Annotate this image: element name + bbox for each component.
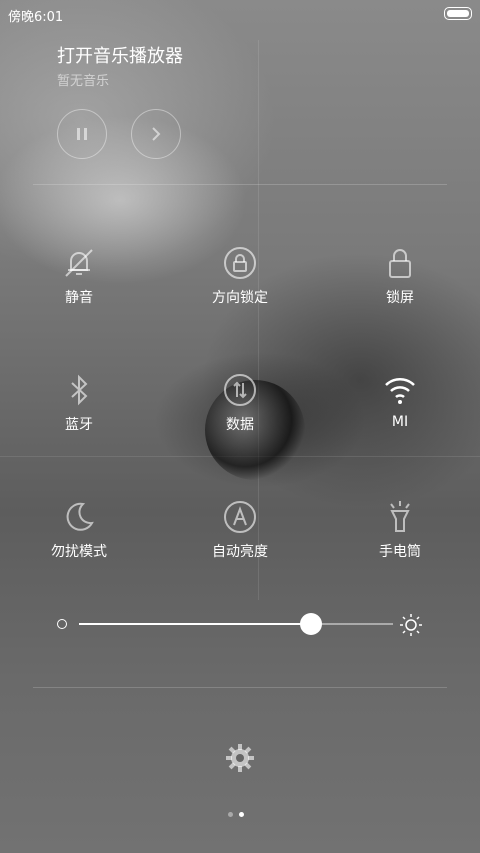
toggle-label: 自动亮度 [212,544,268,560]
pause-button[interactable] [57,109,107,159]
toggle-label: 方向锁定 [212,290,268,306]
brightness-low-icon [57,619,67,629]
next-button[interactable] [131,109,181,159]
toggle-mute[interactable]: 静音 [19,245,139,325]
page-dot [228,812,233,817]
toggle-label: 蓝牙 [65,417,93,433]
music-player-title[interactable]: 打开音乐播放器 [57,42,183,68]
gear-icon [226,744,254,772]
toggle-label: 勿扰模式 [51,544,107,560]
toggle-wifi[interactable]: MI [340,372,460,452]
toggle-do-not-disturb[interactable]: 勿扰模式 [19,499,139,579]
lock-icon [389,249,411,278]
divider [33,184,447,185]
page-dot-active [239,812,244,817]
toggle-label: 锁屏 [386,290,414,306]
toggle-lock-screen[interactable]: 锁屏 [340,245,460,325]
moon-icon [66,502,94,531]
toggle-flashlight[interactable]: 手电筒 [340,499,460,579]
toggle-label: 手电筒 [379,544,421,560]
rotation-lock-icon [224,247,256,279]
status-bar: 傍晚6:01 [0,0,480,26]
toggle-mobile-data[interactable]: 数据 [180,372,300,452]
battery-icon [444,7,472,20]
toggle-label: 静音 [65,290,93,306]
brightness-high-icon [400,614,422,636]
auto-brightness-icon [224,501,256,533]
toggle-auto-brightness[interactable]: 自动亮度 [180,499,300,579]
music-player-subtitle: 暂无音乐 [57,74,110,89]
pause-icon [77,128,87,140]
slider-fill [79,623,312,625]
page-indicator [228,812,244,817]
toggle-label: 数据 [226,417,254,433]
slider-thumb[interactable] [300,613,323,635]
bluetooth-icon [71,374,88,406]
toggle-label: MI [391,414,409,430]
settings-button[interactable] [224,742,256,778]
brightness-slider[interactable] [55,610,435,640]
flashlight-icon [390,501,410,532]
status-time: 傍晚6:01 [8,10,64,25]
mobile-data-icon [224,374,256,406]
wifi-icon [385,378,415,404]
divider [33,687,447,688]
toggle-rotation-lock[interactable]: 方向锁定 [180,245,300,325]
toggle-bluetooth[interactable]: 蓝牙 [19,372,139,452]
chevron-right-icon [152,127,161,141]
bell-off-icon [65,249,93,277]
